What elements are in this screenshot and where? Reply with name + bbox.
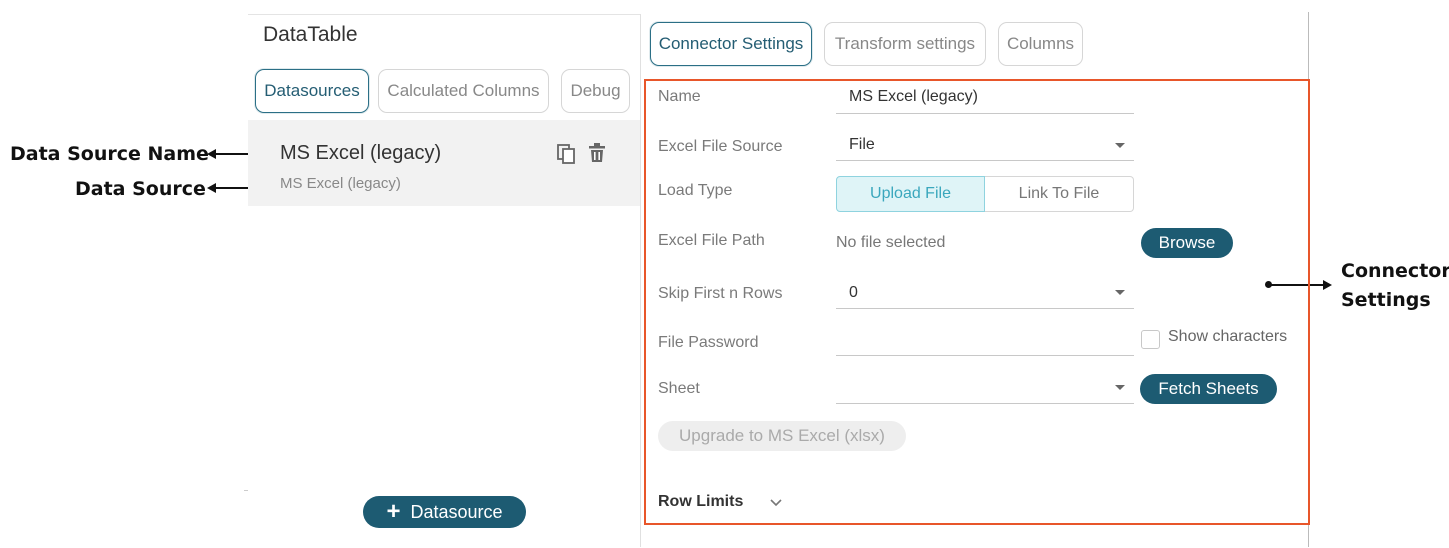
copy-icon[interactable] (556, 143, 576, 170)
trash-icon[interactable] (588, 142, 606, 169)
skip-rows-select[interactable]: 0 (849, 284, 858, 302)
datasource-name: MS Excel (legacy) (280, 142, 442, 164)
name-label: Name (658, 88, 701, 105)
file-password-input[interactable] (836, 328, 1134, 355)
file-path-value: No file selected (836, 234, 946, 251)
annotation-line-1: Connector (1341, 260, 1449, 282)
chevron-down-icon[interactable] (1115, 290, 1125, 295)
link-to-file-toggle[interactable]: Link To File (985, 176, 1134, 212)
file-password-label: File Password (658, 334, 759, 351)
fetch-sheets-button[interactable]: Fetch Sheets (1140, 374, 1277, 404)
upload-file-toggle[interactable]: Upload File (836, 176, 985, 212)
add-datasource-label: Datasource (410, 501, 503, 522)
excel-file-source-select[interactable]: File (849, 136, 875, 154)
browse-button[interactable]: Browse (1141, 228, 1233, 258)
name-input[interactable]: MS Excel (legacy) (849, 88, 978, 106)
panel-edge (244, 490, 248, 491)
tab-datasources[interactable]: Datasources (255, 69, 369, 113)
annotation-data-source-name: Data Source Name (10, 143, 209, 165)
annotation-line-2: Settings (1341, 289, 1431, 311)
tab-transform-settings[interactable]: Transform settings (824, 22, 986, 66)
chevron-down-icon[interactable] (770, 494, 782, 510)
tab-calculated-columns[interactable]: Calculated Columns (378, 69, 549, 113)
load-type-label: Load Type (658, 182, 733, 199)
excel-file-path-label: Excel File Path (658, 232, 765, 249)
sheet-label: Sheet (658, 380, 700, 397)
datasource-source: MS Excel (legacy) (280, 175, 401, 192)
name-input-underline (836, 113, 1134, 114)
password-underline (836, 355, 1134, 356)
tab-columns[interactable]: Columns (998, 22, 1083, 66)
annotation-connector-settings: Connector Settings (1341, 257, 1449, 315)
panel-title: DataTable (263, 23, 358, 46)
tab-connector-settings[interactable]: Connector Settings (650, 22, 812, 66)
select-underline (836, 403, 1134, 404)
sheet-select[interactable] (836, 374, 1134, 402)
annotation-data-source: Data Source (75, 178, 206, 200)
row-limits-toggle[interactable]: Row Limits (658, 493, 743, 511)
chevron-down-icon[interactable] (1115, 143, 1125, 148)
upgrade-button[interactable]: Upgrade to MS Excel (xlsx) (658, 421, 906, 451)
show-characters-checkbox[interactable] (1141, 330, 1160, 349)
select-underline (836, 308, 1134, 309)
chevron-down-icon[interactable] (1115, 385, 1125, 390)
tab-debug[interactable]: Debug (561, 69, 630, 113)
add-datasource-button[interactable]: + Datasource (363, 496, 526, 528)
plus-icon: + (386, 498, 401, 525)
show-characters-label: Show characters (1168, 328, 1288, 345)
select-underline (836, 160, 1134, 161)
annotation-arrowhead (1323, 280, 1332, 290)
excel-file-source-label: Excel File Source (658, 138, 783, 155)
panel-divider (640, 14, 641, 547)
skip-rows-label: Skip First n Rows (658, 285, 783, 302)
